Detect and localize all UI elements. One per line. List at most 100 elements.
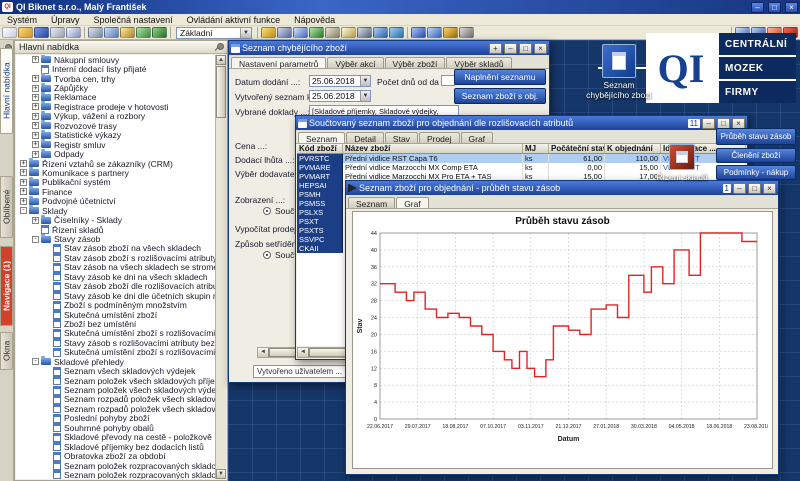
settings-icon[interactable]	[459, 27, 474, 38]
undo-icon[interactable]	[136, 27, 151, 38]
tree-item[interactable]: Seznam rozpadů položek všech skladových …	[16, 395, 215, 404]
tree-item[interactable]: Stavy zásob ke dni dle účetních skupin n…	[16, 291, 215, 300]
quick-button-prubeh-stavu-zasob[interactable]: Průběh stavu zásob	[716, 128, 796, 145]
tree-item[interactable]: Zboží bez umístění	[16, 319, 215, 328]
tree-item[interactable]: +Komunikace s partnery	[16, 168, 215, 177]
expand-icon[interactable]: +	[20, 198, 27, 205]
side-tab-obl-ben-[interactable]: Oblíbené	[0, 176, 13, 238]
attachment-icon[interactable]	[325, 27, 340, 38]
input-field[interactable]	[441, 75, 455, 86]
radio-button[interactable]	[263, 251, 271, 259]
tree-item[interactable]: Skutečná umístění zboží s rozlišovacími …	[16, 329, 215, 338]
side-tab-hlavn-nab-dka[interactable]: Hlavní nabídka	[0, 48, 13, 134]
tree-item[interactable]: +Výkup, vážení a rozbory	[16, 112, 215, 121]
tree-item[interactable]: Interní dodací listy přijaté	[16, 64, 215, 73]
expand-icon[interactable]: +	[32, 151, 39, 158]
filter-icon[interactable]	[261, 27, 276, 38]
sort-icon[interactable]	[277, 27, 292, 38]
tab-graf[interactable]: Graf	[396, 197, 429, 208]
tree-item[interactable]: Seznam všech skladových výdejek	[16, 366, 215, 375]
tree-scrollbar[interactable]: ▲ ▼	[215, 55, 226, 479]
expand-icon[interactable]: +	[32, 122, 39, 129]
pin-icon[interactable]	[215, 43, 223, 51]
window-minimize-button[interactable]: –	[504, 43, 517, 54]
tree-item[interactable]: +Finance	[16, 187, 215, 196]
radio-button[interactable]	[263, 207, 271, 215]
chart-icon[interactable]	[373, 27, 388, 38]
tab-seznam[interactable]: Seznam	[298, 132, 345, 143]
menu-item-spole-n-nastaven-[interactable]: Společná nastavení	[87, 15, 180, 25]
chevron-down-icon[interactable]: ▼	[360, 76, 370, 86]
globe-icon[interactable]	[389, 27, 404, 38]
tree-item[interactable]: Poslední pohyby zboží	[16, 414, 215, 423]
scroll-left-icon[interactable]: ◄	[258, 348, 269, 357]
app-minimize-button[interactable]: –	[751, 2, 764, 13]
tab-nastaven-parametr-[interactable]: Nastavení parametrů	[231, 57, 326, 68]
tree-item[interactable]: Stav zásob na všech skladech se stromem …	[16, 263, 215, 272]
tree-item[interactable]: +Řízení vztahů se zákazníky (CRM)	[16, 159, 215, 168]
combo-field[interactable]: 25.06.2018▼	[309, 75, 371, 87]
scroll-thumb[interactable]	[216, 66, 226, 118]
collapse-icon[interactable]: -	[20, 207, 27, 214]
tree-item[interactable]: +Reklamace	[16, 93, 215, 102]
help-icon[interactable]	[411, 27, 426, 38]
expand-icon[interactable]: +	[32, 56, 39, 63]
expand-icon[interactable]: +	[20, 169, 27, 176]
menu-item-n-pov-da[interactable]: Nápověda	[287, 15, 342, 25]
print-preview-icon[interactable]	[66, 27, 81, 38]
print-icon[interactable]	[50, 27, 65, 38]
expand-icon[interactable]: +	[32, 103, 39, 110]
window-minimize-button[interactable]: –	[733, 183, 746, 194]
scroll-up-icon[interactable]: ▲	[216, 55, 226, 65]
tree-item[interactable]: Seznam položek všech skladových výdejek	[16, 385, 215, 394]
shortcut-seznam-chybejiciho-zbozi[interactable]: Seznam chybějícího zboží	[583, 44, 655, 100]
window-pin-button[interactable]: +	[489, 43, 502, 54]
column-header[interactable]: MJ	[523, 144, 549, 153]
view-select[interactable]: Základní▼	[176, 27, 252, 39]
tree-item[interactable]: +Registr smluv	[16, 140, 215, 149]
tab-graf[interactable]: Graf	[461, 132, 494, 143]
column-header[interactable]: Kód zboží	[297, 144, 343, 153]
tree-item[interactable]: +Odpady	[16, 149, 215, 158]
info-icon[interactable]	[427, 27, 442, 38]
window-titlebar[interactable]: Seznam chybějícího zboží + – □ ×	[229, 41, 549, 55]
scroll-down-icon[interactable]: ▼	[216, 469, 226, 479]
expand-icon[interactable]: +	[20, 160, 27, 167]
calculator-icon[interactable]	[357, 27, 372, 38]
cut-icon[interactable]	[88, 27, 103, 38]
tree-item[interactable]: Obratovka zboží za období	[16, 451, 215, 460]
tree-item[interactable]: Zboží s podmíněným množstvím	[16, 300, 215, 309]
tree-item[interactable]: +Tvorba cen, trhy	[16, 74, 215, 83]
app-close-button[interactable]: ×	[785, 2, 798, 13]
tab-v-b-r-akc-[interactable]: Výběr akcí	[327, 57, 383, 68]
app-maximize-button[interactable]: □	[768, 2, 781, 13]
refresh-icon[interactable]	[309, 27, 324, 38]
shortcut-label[interactable]: Seznam chybějícího zboží	[583, 80, 655, 100]
tree-item[interactable]: +Podvojné účetnictví	[16, 197, 215, 206]
expand-icon[interactable]: +	[32, 94, 39, 101]
chevron-down-icon[interactable]: ▼	[360, 91, 370, 101]
expand-icon[interactable]: +	[20, 188, 27, 195]
collapse-icon[interactable]: -	[32, 236, 39, 243]
window-titlebar[interactable]: Součtovaný seznam zboží pro objednání dl…	[296, 116, 747, 130]
window-titlebar[interactable]: Seznam zboží pro objednání - průběh stav…	[346, 181, 778, 195]
new-document-icon[interactable]	[2, 27, 17, 38]
scroll-left-icon[interactable]: ◄	[298, 348, 309, 357]
tab-stav[interactable]: Stav	[385, 132, 418, 143]
tree-item[interactable]: Stavy zásob s rozlišovacími atributy bez…	[16, 338, 215, 347]
tree-item[interactable]: Skutečná umístění zboží	[16, 310, 215, 319]
copy-icon[interactable]	[104, 27, 119, 38]
button-napln-n-seznamu[interactable]: Naplnění seznamu	[454, 69, 546, 85]
tab-prodej[interactable]: Prodej	[419, 132, 460, 143]
expand-icon[interactable]: +	[32, 113, 39, 120]
menu-item--pravy[interactable]: Úpravy	[44, 15, 87, 25]
menu-item-syst-m[interactable]: Systém	[0, 15, 44, 25]
tree-item[interactable]: +Rozvozové trasy	[16, 121, 215, 130]
tab-detail[interactable]: Detail	[346, 132, 384, 143]
lock-icon[interactable]	[443, 27, 458, 38]
tree-item[interactable]: +Číselníky - Sklady	[16, 215, 215, 224]
tree-item[interactable]: +Publikační systém	[16, 178, 215, 187]
side-tab-navigace-1-[interactable]: Navigace (1)	[0, 246, 13, 326]
window-maximize-button[interactable]: □	[519, 43, 532, 54]
tree-item[interactable]: Skladové převody na cestě - položkově	[16, 433, 215, 442]
